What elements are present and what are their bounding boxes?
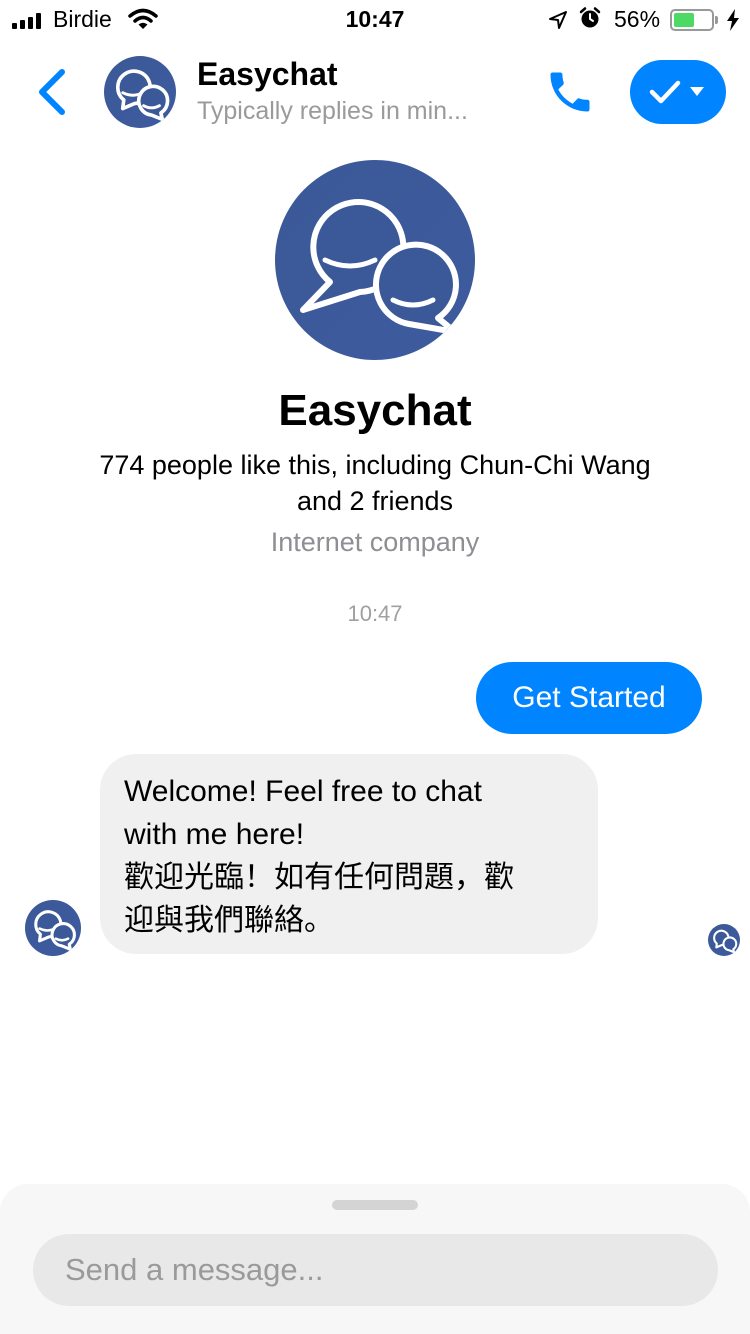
profile-name: Easychat [278, 386, 472, 435]
alarm-icon [579, 7, 601, 28]
likes-line: 774 people like this, including Chun-Chi… [99, 450, 651, 480]
charging-bolt-icon [727, 9, 739, 31]
likes-line: and 2 friends [296, 486, 454, 516]
battery-percent: 56% [614, 6, 661, 32]
profile-likes: 774 people like this, including Chun-Chi… [40, 447, 710, 519]
done-menu-button[interactable] [630, 60, 726, 124]
message-input[interactable] [33, 1234, 718, 1306]
composer-panel [0, 1184, 750, 1334]
message-line: 迎與我們聯絡。 [124, 904, 334, 937]
chat-bubbles-icon [116, 69, 170, 122]
sender-avatar[interactable] [25, 900, 81, 956]
outgoing-message-bubble[interactable]: Get Started [476, 662, 702, 734]
incoming-message-bubble[interactable]: Welcome! Feel free to chat with me here!… [100, 754, 598, 954]
profile-category: Internet company [270, 527, 480, 557]
chevron-left-icon [39, 69, 65, 115]
chat-bubbles-icon [34, 910, 76, 951]
phone-icon [550, 72, 590, 112]
message-line: Welcome! Feel free to chat [124, 775, 482, 808]
chat-bubbles-icon [300, 199, 459, 335]
caret-down-icon [690, 87, 704, 96]
check-icon [649, 80, 681, 104]
read-receipt-avatar [708, 924, 740, 956]
drawer-handle[interactable] [332, 1200, 418, 1210]
message-line: with me here! [124, 818, 305, 851]
back-button[interactable] [30, 64, 74, 120]
chat-bubbles-icon [713, 929, 738, 954]
header-avatar[interactable] [104, 56, 176, 128]
header-title: Easychat [197, 56, 338, 92]
battery-icon [670, 9, 714, 31]
call-button[interactable] [544, 66, 596, 118]
battery-level-fill [674, 13, 694, 27]
header-subtitle: Typically replies in min... [197, 97, 468, 125]
battery-cap [715, 16, 718, 24]
profile-avatar [275, 160, 475, 360]
status-bar: Birdie 10:47 56% [0, 0, 750, 40]
location-arrow-icon [549, 11, 567, 29]
message-timestamp: 10:47 [347, 601, 403, 626]
message-line: 歡迎光臨！如有任何問題，歡 [124, 861, 514, 894]
